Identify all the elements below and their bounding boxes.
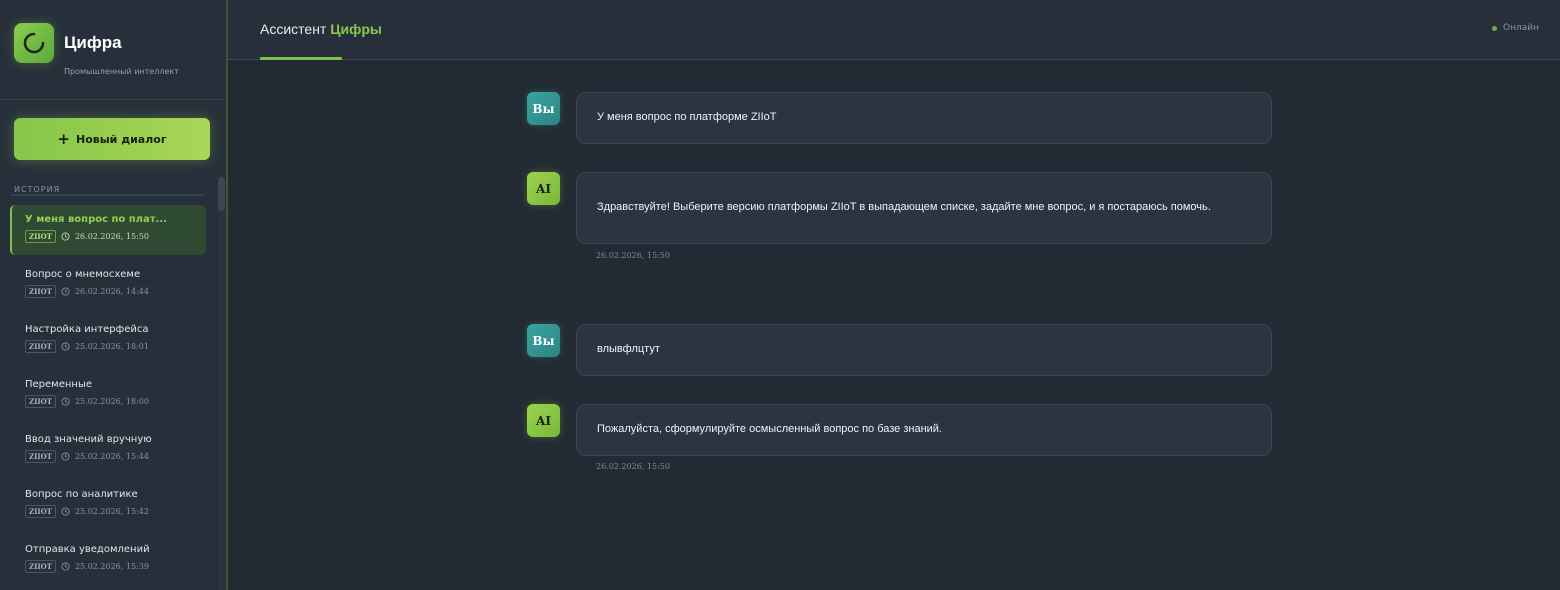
message-text: влывфлцтут <box>597 343 660 356</box>
ai-message[interactable]: Пожалуйста, сформулируйте осмысленный во… <box>576 404 1272 456</box>
history-item-meta: ZIIOT 25.02.2026, 15:42 <box>25 505 206 518</box>
chat-area: Вы У меня вопрос по платформе ZIIoT AI З… <box>228 61 1560 590</box>
history-item-date: 26.02.2026, 14:44 <box>74 287 149 296</box>
history-item-date: 25.02.2026, 15:44 <box>74 452 149 461</box>
history-item-date: 25.02.2026, 18:00 <box>74 397 149 406</box>
ai-avatar: AI <box>527 404 560 437</box>
plus-icon: + <box>57 129 70 148</box>
history-heading: История <box>14 185 61 194</box>
page-title-accent: Цифры <box>330 21 382 37</box>
history-item-meta: ZIIOT 25.02.2026, 18:00 <box>25 395 206 408</box>
message-text: Пожалуйста, сформулируйте осмысленный во… <box>597 423 942 436</box>
message-text: У меня вопрос по платформе ZIIoT <box>597 111 777 124</box>
history-item-title: Вопрос о мнемосхеме <box>25 269 141 280</box>
history-item-title: Ввод значений вручную <box>25 434 152 445</box>
platform-badge: ZIIOT <box>25 230 56 243</box>
brand-name: Цифра <box>64 33 122 52</box>
platform-badge: ZIIOT <box>25 340 56 353</box>
history-item-meta: ZIIOT 26.02.2026, 15:50 <box>25 230 206 243</box>
chat-header: Ассистент Цифры Онлайн <box>228 0 1560 60</box>
new-dialog-label: Новый диалог <box>75 132 167 146</box>
sidebar: Цифра Промышленный интеллект + Новый диа… <box>0 0 226 590</box>
history-item[interactable]: Вопрос по аналитике ZIIOT 25.02.2026, 15… <box>10 480 206 535</box>
clock-icon <box>61 287 70 296</box>
cifra-logo-icon <box>14 23 54 63</box>
user-avatar: Вы <box>527 92 560 125</box>
user-message[interactable]: влывфлцтут <box>576 324 1272 376</box>
clock-icon <box>61 562 70 571</box>
history-item-title: Отправка уведомлений <box>25 544 150 555</box>
message-timestamp: 26.02.2026, 15:50 <box>596 251 670 260</box>
history-item-title: Настройка интерфейса <box>25 324 149 335</box>
status-label: Онлайн <box>1503 23 1539 33</box>
history-item-date: 25.02.2026, 15:39 <box>74 562 149 571</box>
platform-badge: ZIIOT <box>25 560 56 573</box>
history-item[interactable]: Настройка интерфейса ZIIOT 25.02.2026, 1… <box>10 315 206 370</box>
message-timestamp: 26.02.2026, 15:50 <box>596 462 670 471</box>
history-divider <box>10 194 205 196</box>
message-text: Здравствуйте! Выберите версию платформы … <box>597 201 1211 214</box>
user-message[interactable]: У меня вопрос по платформе ZIIoT <box>576 92 1272 144</box>
new-dialog-button[interactable]: + Новый диалог <box>14 118 210 160</box>
active-tab-indicator <box>260 57 342 60</box>
history-item[interactable]: Переменные ZIIOT 25.02.2026, 18:00 <box>10 370 206 425</box>
history-item[interactable]: Отправка уведомлений ZIIOT 25.02.2026, 1… <box>10 535 206 590</box>
platform-badge: ZIIOT <box>25 450 56 463</box>
user-avatar: Вы <box>527 324 560 357</box>
history-item-title: Переменные <box>25 379 92 390</box>
clock-icon <box>61 452 70 461</box>
history-item[interactable]: У меня вопрос по плат... ZIIOT 26.02.202… <box>10 205 206 255</box>
history-item-title: У меня вопрос по плат... <box>25 214 167 225</box>
clock-icon <box>61 232 70 241</box>
online-status: Онлайн <box>1492 23 1539 33</box>
status-dot-icon <box>1492 25 1498 31</box>
sidebar-scrollbar-track[interactable] <box>218 212 225 590</box>
sidebar-scrollbar-thumb[interactable] <box>218 177 225 211</box>
page-title-prefix: Ассистент <box>260 21 327 37</box>
page-title: Ассистент Цифры <box>260 21 382 37</box>
brand-subtitle: Промышленный интеллект <box>64 67 179 76</box>
history-item-date: 26.02.2026, 15:50 <box>74 232 149 241</box>
clock-icon <box>61 342 70 351</box>
app-window: Цифра Промышленный интеллект + Новый диа… <box>0 0 1560 590</box>
clock-icon <box>61 397 70 406</box>
history-item-title: Вопрос по аналитике <box>25 489 138 500</box>
history-item-meta: ZIIOT 26.02.2026, 14:44 <box>25 285 206 298</box>
platform-badge: ZIIOT <box>25 505 56 518</box>
history-list: У меня вопрос по плат... ZIIOT 26.02.202… <box>10 205 206 590</box>
ai-message[interactable]: Здравствуйте! Выберите версию платформы … <box>576 172 1272 244</box>
history-item[interactable]: Ввод значений вручную ZIIOT 25.02.2026, … <box>10 425 206 480</box>
history-item-meta: ZIIOT 25.02.2026, 15:39 <box>25 560 206 573</box>
history-item-meta: ZIIOT 25.02.2026, 18:01 <box>25 340 206 353</box>
platform-badge: ZIIOT <box>25 395 56 408</box>
brand-block: Цифра Промышленный интеллект <box>0 0 226 100</box>
ai-avatar: AI <box>527 172 560 205</box>
history-item-date: 25.02.2026, 15:42 <box>74 507 149 516</box>
history-item-meta: ZIIOT 25.02.2026, 15:44 <box>25 450 206 463</box>
history-item[interactable]: Вопрос о мнемосхеме ZIIOT 26.02.2026, 14… <box>10 260 206 315</box>
history-item-date: 25.02.2026, 18:01 <box>74 342 149 351</box>
clock-icon <box>61 507 70 516</box>
platform-badge: ZIIOT <box>25 285 56 298</box>
